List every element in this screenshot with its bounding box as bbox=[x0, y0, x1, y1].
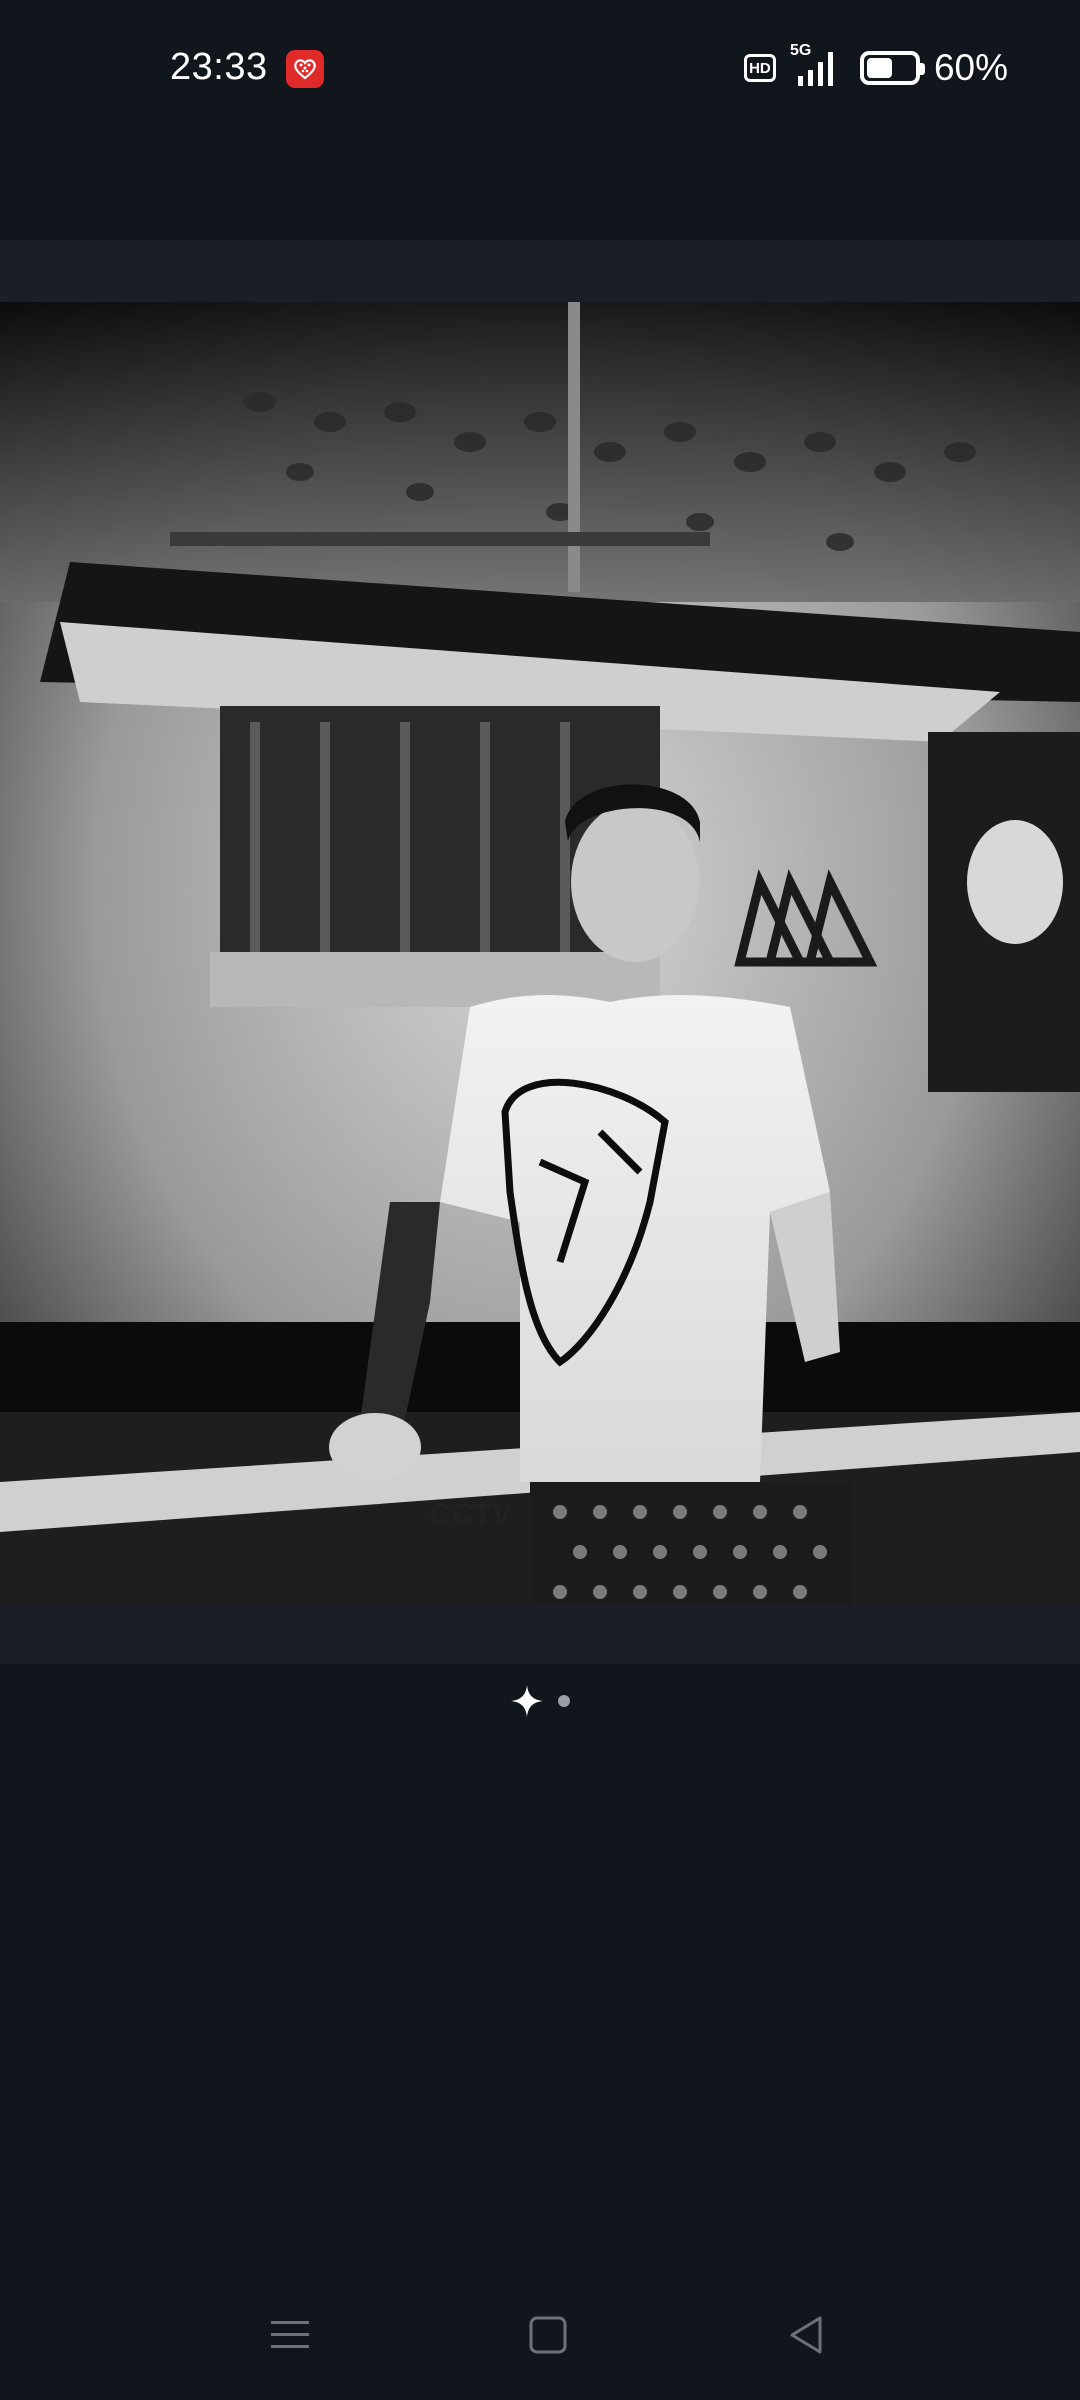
battery-level bbox=[866, 58, 893, 78]
status-indicators: HD 5G 60% bbox=[743, 42, 1008, 90]
battery-percent: 60% bbox=[933, 47, 1008, 88]
screen: 23:33 HD 5G 60% CCTV bbox=[0, 0, 1080, 2400]
status-bar: 23:33 HD 5G 60% bbox=[0, 0, 1080, 140]
photo-image: CCTV bbox=[0, 302, 1080, 1606]
heart-app-icon bbox=[286, 50, 324, 88]
hd-icon: HD bbox=[743, 54, 776, 82]
photo[interactable]: CCTV bbox=[0, 302, 1080, 1606]
battery-icon bbox=[859, 51, 925, 85]
back-icon[interactable] bbox=[776, 2310, 836, 2360]
home-icon[interactable] bbox=[518, 2310, 578, 2360]
menu-icon[interactable] bbox=[260, 2310, 320, 2360]
navigation-bar bbox=[0, 2290, 1080, 2380]
status-time: 23:33 bbox=[170, 46, 268, 88]
signal-icon: 5G bbox=[790, 42, 846, 88]
svg-text:CCTV: CCTV bbox=[430, 1498, 512, 1531]
page-indicator bbox=[0, 1684, 1080, 1718]
photo-band-bottom bbox=[0, 1606, 1080, 1664]
battery-cap bbox=[919, 63, 925, 75]
photo-band-top bbox=[0, 240, 1080, 302]
page-dot[interactable] bbox=[558, 1695, 570, 1707]
sparkle-icon[interactable] bbox=[510, 1684, 544, 1718]
